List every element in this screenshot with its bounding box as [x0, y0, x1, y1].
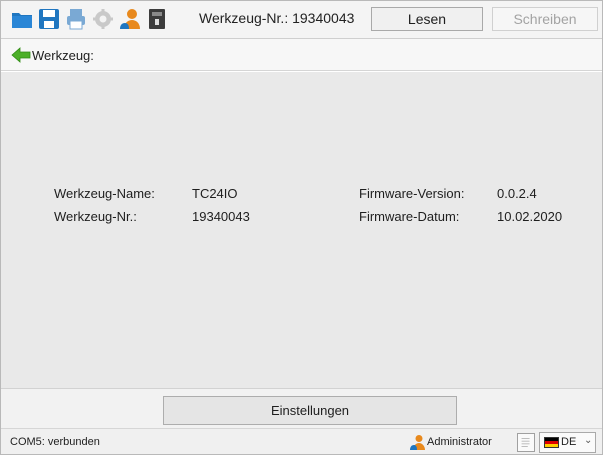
- administrator-icon: [410, 434, 426, 450]
- read-button[interactable]: Lesen: [371, 7, 483, 31]
- toolbar: Werkzeug-Nr.: 19340043 Lesen Schreiben: [1, 1, 602, 39]
- tool-number-label: Werkzeug-Nr.:: [54, 209, 137, 224]
- action-bar: Einstellungen: [1, 388, 602, 428]
- breadcrumb: Werkzeug:: [1, 39, 602, 71]
- app-window: Werkzeug-Nr.: 19340043 Lesen Schreiben W…: [0, 0, 603, 455]
- settings-icon[interactable]: [92, 8, 114, 30]
- back-arrow-icon[interactable]: [11, 45, 31, 65]
- user-icon[interactable]: [119, 8, 141, 30]
- document-icon[interactable]: [517, 433, 535, 452]
- tool-name-label: Werkzeug-Name:: [54, 186, 155, 201]
- chevron-down-icon: ⌄: [584, 435, 593, 446]
- folder-icon[interactable]: [11, 8, 33, 30]
- save-icon[interactable]: [38, 8, 60, 30]
- status-bar: COM5: verbunden Administrator DE ⌄: [1, 428, 602, 454]
- firmware-date-value: 10.02.2020: [497, 209, 563, 224]
- breadcrumb-label: Werkzeug:: [32, 48, 94, 63]
- tool-info-panel: Werkzeug-Name: TC24IO Firmware-Version: …: [1, 72, 602, 388]
- current-user[interactable]: Administrator: [427, 436, 492, 448]
- print-icon[interactable]: [65, 8, 87, 30]
- german-flag-icon: [544, 437, 559, 448]
- device-icon[interactable]: [146, 8, 168, 30]
- tool-number-value: 19340043: [192, 209, 250, 224]
- firmware-date-label: Firmware-Datum:: [359, 209, 460, 224]
- write-button[interactable]: Schreiben: [492, 7, 598, 31]
- connection-status: COM5: verbunden: [10, 436, 100, 448]
- language-select[interactable]: DE ⌄: [539, 432, 596, 453]
- firmware-version-value: 0.0.2.4: [497, 186, 537, 201]
- language-label: DE: [561, 436, 577, 448]
- tool-number-label: Werkzeug-Nr.: 19340043: [199, 10, 355, 26]
- settings-button[interactable]: Einstellungen: [163, 396, 457, 425]
- firmware-version-label: Firmware-Version:: [359, 186, 465, 201]
- tool-name-value: TC24IO: [192, 186, 238, 201]
